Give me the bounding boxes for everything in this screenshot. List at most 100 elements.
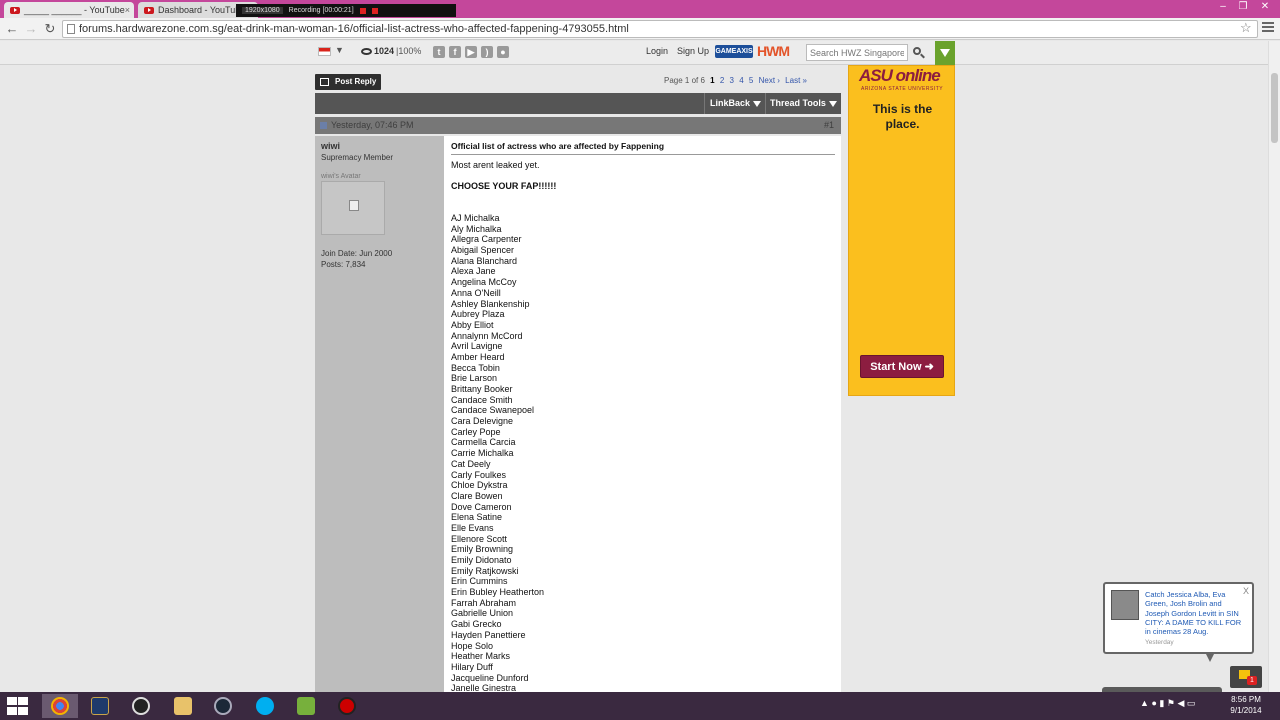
record-stop-icon[interactable] xyxy=(359,7,366,14)
close-window-icon[interactable]: ✕ xyxy=(1254,0,1276,14)
post-reply-icon xyxy=(320,78,329,86)
search-input[interactable] xyxy=(806,44,908,61)
page-link[interactable]: 5 xyxy=(749,76,753,85)
rss-icon[interactable]: ) xyxy=(481,46,493,58)
taskbar-obs[interactable] xyxy=(123,694,159,718)
eye-icon xyxy=(361,48,372,55)
obs-icon xyxy=(132,697,150,715)
actress-list-item: Gabrielle Union xyxy=(451,608,514,619)
search-icon[interactable] xyxy=(911,44,927,61)
language-icon[interactable]: ▭ xyxy=(1187,698,1196,708)
chevron-down-icon[interactable]: ▼ xyxy=(335,45,344,55)
username-link[interactable]: wiwi xyxy=(321,141,340,151)
user-title: Supremacy Member xyxy=(321,153,394,162)
ad-banner[interactable]: ASU online ARIZONA STATE UNIVERSITY This… xyxy=(848,65,955,396)
clock-time[interactable]: 8:56 PM xyxy=(1228,695,1264,704)
youtube-icon xyxy=(10,6,20,14)
actress-list-item: Brittany Booker xyxy=(451,384,513,394)
volume-icon[interactable]: ◀ xyxy=(1177,698,1184,708)
actress-list-item: Dove Cameron xyxy=(451,501,512,512)
actress-list-item: Hope Solo xyxy=(451,640,494,651)
record-icon[interactable] xyxy=(371,7,378,14)
back-arrow-icon[interactable]: ← xyxy=(3,20,21,38)
post-permalink[interactable]: #1 xyxy=(824,120,834,130)
actress-list-item: Clare Bowen xyxy=(451,490,503,501)
login-link[interactable]: Login xyxy=(646,46,668,56)
forward-arrow-icon[interactable]: → xyxy=(22,20,40,38)
gameaxis-logo[interactable]: GAMEAXIS xyxy=(715,45,753,58)
actress-list-item: Anna O'Neill xyxy=(451,287,501,298)
post-text-line-bold: CHOOSE YOUR FAP!!!!!! xyxy=(451,181,557,191)
taskbar-recorder[interactable] xyxy=(329,694,365,718)
minimize-icon[interactable]: – xyxy=(1212,0,1234,14)
actress-list-item: Erin Bubley Heatherton xyxy=(451,587,545,598)
actress-list-item: Carley Pope xyxy=(451,426,501,437)
actress-list-item: Elle Evans xyxy=(451,522,494,533)
clock-date[interactable]: 9/1/2014 xyxy=(1228,706,1264,715)
address-bar[interactable]: forums.hardwarezone.com.sg/eat-drink-man… xyxy=(62,20,1258,38)
ad-logo-subtitle: ARIZONA STATE UNIVERSITY xyxy=(861,86,944,92)
singapore-flag-icon[interactable] xyxy=(318,47,331,56)
thread-tools-menu[interactable]: Thread Tools xyxy=(765,93,841,114)
flag-icon[interactable]: ⚑ xyxy=(1167,698,1175,708)
youtube-icon[interactable]: ▶ xyxy=(465,46,477,58)
post-reply-button[interactable]: Post Reply xyxy=(315,74,381,90)
chevron-down-icon xyxy=(828,100,837,107)
page-link[interactable]: 3 xyxy=(730,76,734,85)
close-icon[interactable]: X xyxy=(1243,586,1249,596)
actress-list-item: Candace Swanepoel xyxy=(451,405,535,416)
actress-list-item: Aly Michalka xyxy=(451,223,502,234)
taskbar-steam[interactable] xyxy=(205,694,241,718)
apple-icon[interactable]: ● xyxy=(497,46,509,58)
page-link[interactable]: 2 xyxy=(720,76,724,85)
twitter-icon[interactable]: t xyxy=(433,46,445,58)
notification-text[interactable]: Catch Jessica Alba, Eva Green, Josh Brol… xyxy=(1145,590,1245,636)
post-body: Official list of actress who are affecte… xyxy=(444,136,841,692)
system-tray[interactable]: ▲ ● ▮ ⚑ ◀ ▭ xyxy=(1140,698,1195,709)
hwm-logo[interactable]: HWM xyxy=(757,43,790,59)
last-page-link[interactable]: Last » xyxy=(785,76,807,85)
next-page-link[interactable]: Next › xyxy=(759,76,780,85)
actress-list-item: Allegra Carpenter xyxy=(451,234,522,245)
actress-list-item: Carrie Michalka xyxy=(451,448,514,459)
tab-close-icon[interactable]: × xyxy=(125,5,130,15)
page-navigation: Page 1 of 6 1 2 3 4 5 Next › Last » xyxy=(664,76,810,85)
expand-toggle-icon[interactable] xyxy=(935,41,955,65)
actress-list-item: Gabi Grecko xyxy=(451,619,502,630)
page-link[interactable]: 4 xyxy=(739,76,743,85)
ad-start-now-button[interactable]: Start Now ➜ xyxy=(860,355,944,378)
actress-list-item: Chloe Dykstra xyxy=(451,480,508,491)
taskbar-explorer[interactable] xyxy=(165,694,201,718)
taskbar-chrome[interactable] xyxy=(42,694,78,718)
scrollbar-thumb[interactable] xyxy=(1271,73,1278,143)
facebook-icon[interactable]: f xyxy=(449,46,461,58)
notification-flag-icon[interactable]: 1 xyxy=(1230,666,1262,688)
hwz-top-bar: ▼ 1024 |100% t f ▶ ) ● Login Sign Up GAM… xyxy=(0,41,1268,65)
windows-start-icon[interactable] xyxy=(6,696,30,716)
taskbar-skype[interactable] xyxy=(247,694,283,718)
taskbar-utorrent[interactable] xyxy=(288,694,324,718)
taskbar-league[interactable] xyxy=(82,694,118,718)
actress-list-item: Carmella Carcia xyxy=(451,437,516,448)
tray-arrow-icon[interactable]: ▲ xyxy=(1140,698,1149,708)
vertical-scrollbar[interactable] xyxy=(1268,41,1280,692)
browser-tab-youtube-1[interactable]: _____ ______ - YouTube × xyxy=(4,2,134,18)
utorrent-icon xyxy=(297,697,315,715)
tray-app-icon[interactable]: ● xyxy=(1151,698,1156,708)
reload-icon[interactable]: ↻ xyxy=(41,20,59,38)
network-icon[interactable]: ▮ xyxy=(1159,698,1164,708)
actress-list-item: Jacqueline Dunford xyxy=(451,672,529,683)
avatar[interactable] xyxy=(321,181,385,235)
notification-popup[interactable]: Catch Jessica Alba, Eva Green, Josh Brol… xyxy=(1103,582,1254,654)
notification-thumbnail xyxy=(1111,590,1139,620)
signup-link[interactable]: Sign Up xyxy=(677,46,709,56)
recorder-resolution: 1920x1080 xyxy=(242,7,283,14)
maximize-icon[interactable]: ❐ xyxy=(1232,0,1254,14)
chrome-icon xyxy=(51,697,69,715)
chrome-menu-icon[interactable] xyxy=(1262,22,1274,34)
bookmark-star-icon[interactable]: ☆ xyxy=(1240,20,1252,36)
browser-title-bar: _____ ______ - YouTube × Dashboard - You… xyxy=(0,0,1280,18)
linkback-menu[interactable]: LinkBack xyxy=(704,93,764,114)
actress-list-item: Heather Marks xyxy=(451,651,511,662)
actress-list-item: Angelina McCoy xyxy=(451,277,517,288)
